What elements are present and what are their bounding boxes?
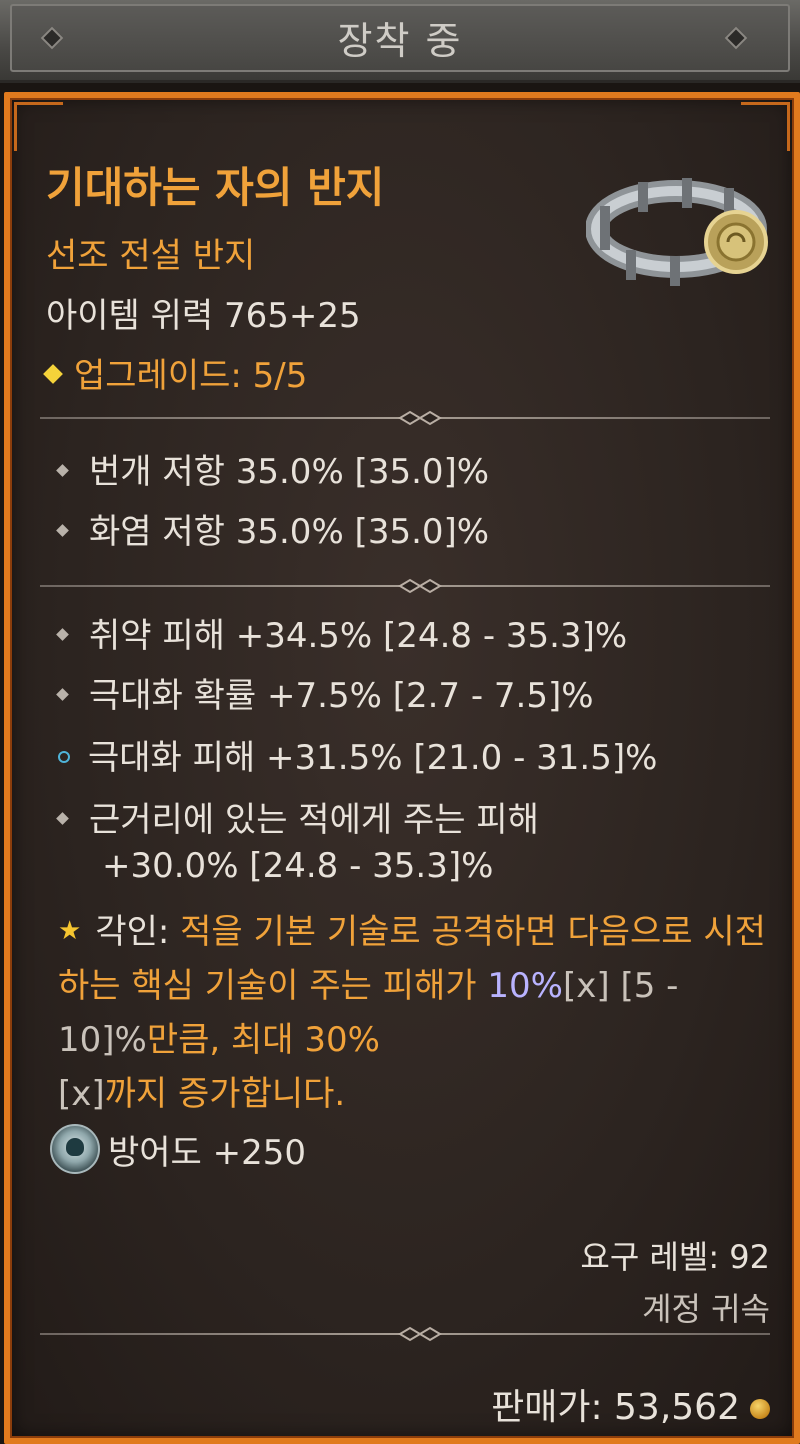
affix-close-damage: 근거리에 있는 적에게 주는 피해: [56, 792, 539, 841]
required-level: 요구 레벨: 92: [580, 1238, 770, 1276]
ring-icon: [586, 178, 768, 286]
armor-skull-icon: [50, 1124, 100, 1174]
greater-affix-icon: [58, 751, 70, 763]
section-divider: [40, 1324, 770, 1344]
upgrade-label: 업그레이드: 5/5: [74, 356, 308, 396]
section-divider: [40, 576, 770, 596]
header-title: 장착 중: [337, 19, 463, 63]
equipped-header: 장착 중: [0, 0, 800, 83]
affix-close-damage-value: +30.0% [24.8 - 35.3]%: [102, 846, 494, 886]
affix-crit-damage: 극대화 피해 +31.5% [21.0 - 31.5]%: [58, 730, 657, 779]
aspect-star-icon: ★: [58, 916, 82, 946]
corner-ornament-icon: [741, 102, 790, 151]
armor-value: 방어도 +250: [108, 1133, 307, 1173]
affix-vulnerable-damage: 취약 피해 +34.5% [24.8 - 35.3]%: [56, 608, 627, 657]
stat-bullet-icon: [56, 812, 69, 825]
upgrade-row: 업그레이드: 5/5: [43, 348, 308, 397]
affix-crit-chance: 극대화 확률 +7.5% [2.7 - 7.5]%: [56, 668, 594, 717]
item-name: 기대하는 자의 반지: [46, 163, 385, 212]
upgrade-diamond-icon: [43, 364, 63, 384]
aspect-label: 각인:: [95, 912, 170, 952]
sell-price: 판매가: 53,562: [491, 1378, 770, 1430]
base-stat-lightning-resist: 번개 저항 35.0% [35.0]%: [56, 444, 489, 493]
aspect-text: ★ 각인: 적을 기본 기술로 공격하면 다음으로 시전하는 핵심 기술이 주는 …: [58, 912, 766, 1114]
base-stat-fire-resist: 화염 저항 35.0% [35.0]%: [56, 504, 489, 553]
item-type: 선조 전설 반지: [46, 236, 256, 276]
stat-bullet-icon: [56, 464, 69, 477]
armor-row: 방어도 +250: [50, 1124, 306, 1174]
item-power: 아이템 위력 765+25: [46, 296, 361, 336]
corner-ornament-icon: [14, 102, 63, 151]
item-tooltip: 기대하는 자의 반지 선조 전설 반지 아이템 위력 765+25 업그레이드:…: [4, 92, 800, 1444]
stat-bullet-icon: [56, 688, 69, 701]
stat-bullet-icon: [56, 524, 69, 537]
stat-bullet-icon: [56, 628, 69, 641]
section-divider: [40, 408, 770, 428]
gold-coin-icon: [750, 1399, 770, 1419]
